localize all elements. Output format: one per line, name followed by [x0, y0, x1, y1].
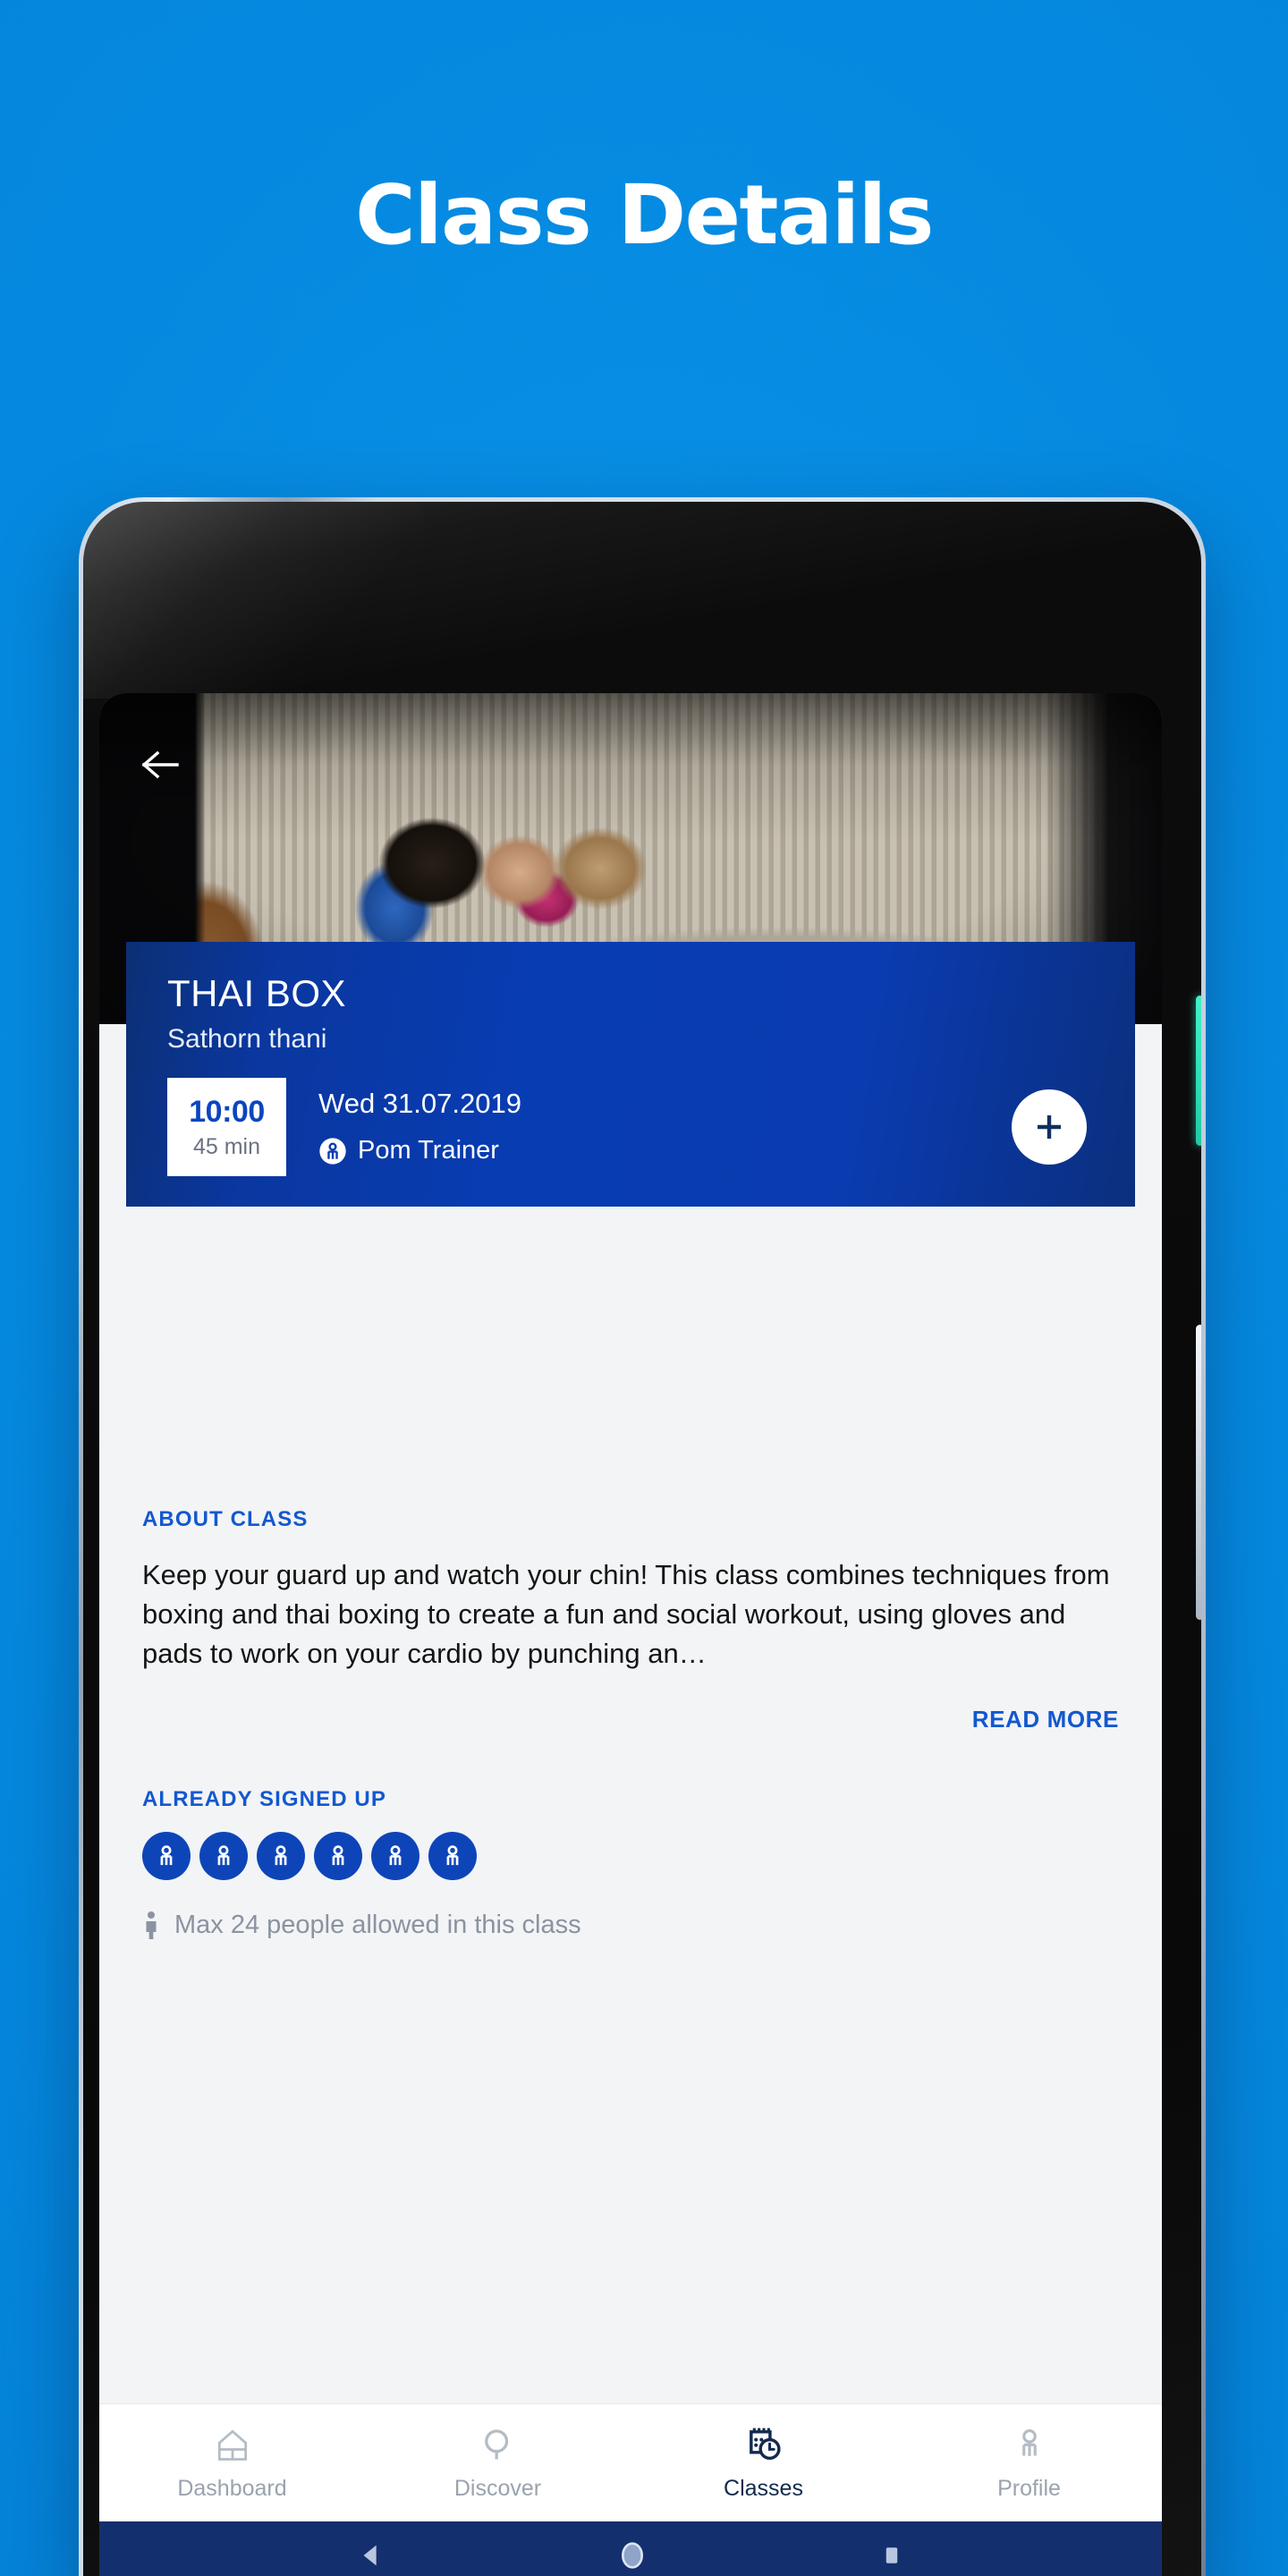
tab-profile[interactable]: Profile [896, 2404, 1162, 2521]
class-date: Wed 31.07.2019 [318, 1087, 521, 1119]
phone-screen: ABOUT CLASS Keep your guard up and watch… [99, 693, 1162, 2576]
nav-back-button[interactable] [356, 2540, 386, 2575]
person-avatar-icon [389, 1845, 402, 1866]
already-signed-up-label: ALREADY SIGNED UP [142, 1787, 386, 1812]
add-class-button[interactable] [1012, 1089, 1087, 1165]
read-more-link[interactable]: READ MORE [99, 1674, 1162, 1733]
class-title: THAI BOX [167, 972, 347, 1014]
back-button[interactable] [133, 738, 187, 792]
calendar-clock-icon [743, 2424, 784, 2465]
avatar[interactable] [199, 1832, 248, 1881]
avatar[interactable] [142, 1832, 191, 1881]
person-avatar-icon [332, 1845, 344, 1866]
content-area: ABOUT CLASS Keep your guard up and watch… [99, 1024, 1162, 2452]
person-small-icon [146, 1911, 157, 1940]
phone-device: ABOUT CLASS Keep your guard up and watch… [79, 497, 1206, 2576]
about-class-text: Keep your guard up and watch your chin! … [142, 1559, 1110, 1670]
avatar[interactable] [428, 1832, 477, 1881]
tab-discover-label: Discover [453, 2476, 542, 2501]
volume-button[interactable] [1196, 1325, 1201, 1620]
tab-discover[interactable]: Discover [365, 2404, 631, 2521]
square-recents-icon [886, 2546, 897, 2563]
class-info-card: THAI BOX Sathorn thani 10:00 45 min Wed … [126, 942, 1135, 1207]
max-people-text: Max 24 people allowed in this class [174, 1910, 581, 1939]
plus-icon [1038, 1115, 1061, 1139]
tab-dashboard-label: Dashboard [177, 2476, 287, 2501]
class-time-box: 10:00 45 min [167, 1078, 286, 1176]
person-avatar-icon [446, 1845, 459, 1866]
circle-home-icon [621, 2541, 643, 2569]
tab-dashboard[interactable]: Dashboard [99, 2404, 365, 2521]
person-avatar-icon [275, 1845, 287, 1866]
nav-home-button[interactable] [614, 2538, 650, 2576]
class-time: 10:00 [189, 1094, 265, 1129]
power-button[interactable] [1196, 996, 1201, 1146]
person-avatar-icon [217, 1845, 230, 1866]
bottom-tabbar: Dashboard Discover Classes Profile [99, 2403, 1162, 2521]
class-detail-row: 10:00 45 min Wed 31.07.2019 Pom Trainer [126, 1078, 1135, 1176]
avatar[interactable] [314, 1832, 362, 1881]
class-location: Sathorn thani [167, 1024, 327, 1054]
about-class-label: ABOUT CLASS [142, 1507, 309, 1531]
class-trainer-row: Pom Trainer [318, 1137, 1012, 1165]
person-avatar-icon [160, 1845, 173, 1866]
phone-bezel: ABOUT CLASS Keep your guard up and watch… [83, 502, 1201, 2576]
bezel-gloss [83, 502, 423, 699]
tab-classes[interactable]: Classes [631, 2404, 896, 2521]
avatar-list [99, 1812, 1162, 1881]
max-people-row: Max 24 people allowed in this class [99, 1880, 1162, 1940]
avatar[interactable] [257, 1832, 305, 1881]
trainer-person-icon [319, 1137, 346, 1165]
android-navbar [99, 2521, 1162, 2576]
tab-classes-label: Classes [724, 2476, 803, 2501]
class-duration: 45 min [192, 1133, 261, 1159]
person-icon [1010, 2424, 1049, 2465]
avatar[interactable] [371, 1832, 419, 1881]
signed-up-section: ALREADY SIGNED UP Max 24 people allowed … [99, 1733, 1162, 1940]
nav-recents-button[interactable] [878, 2542, 905, 2573]
triangle-back-icon [363, 2545, 377, 2565]
page-title: Class Details [355, 167, 934, 263]
class-trainer-name: Pom Trainer [358, 1136, 499, 1165]
class-meta: Wed 31.07.2019 Pom Trainer [318, 1089, 1012, 1165]
search-icon [479, 2424, 518, 2465]
tab-profile-label: Profile [997, 2476, 1061, 2501]
back-arrow-icon [141, 750, 179, 779]
home-icon [213, 2424, 252, 2465]
